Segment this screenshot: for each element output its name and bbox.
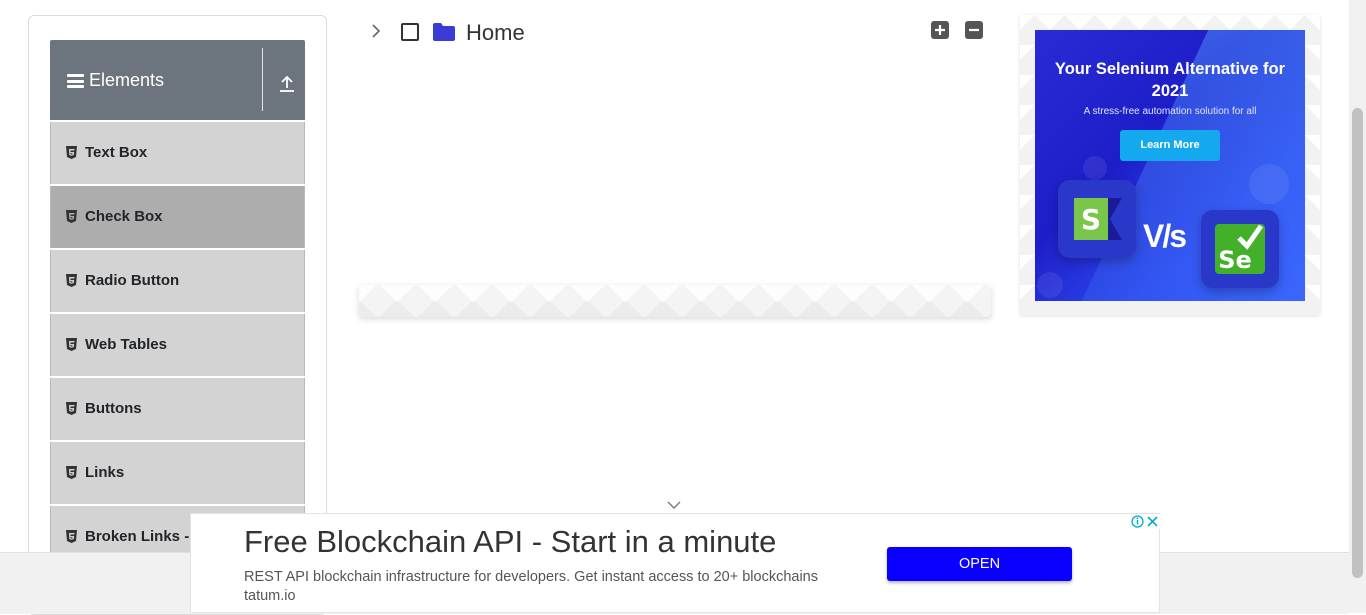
- ad-placeholder-banner: [359, 285, 991, 317]
- sidebar-item-radio-button[interactable]: Radio Button: [50, 250, 305, 312]
- tree-node-label[interactable]: Home: [466, 20, 525, 46]
- scrollbar-thumb[interactable]: [1352, 108, 1363, 578]
- html5-icon: [66, 530, 77, 543]
- elements-group-header[interactable]: Elements: [50, 40, 305, 120]
- right-ad-frame: Your Selenium Alternative for 2021 A str…: [1020, 15, 1320, 315]
- sidebar-item-label: Web Tables: [85, 336, 167, 353]
- selenium-letters: Se: [1218, 246, 1252, 274]
- bottom-ad[interactable]: Free Blockchain API - Start in a minute …: [190, 513, 1160, 613]
- sidebar-item-web-tables[interactable]: Web Tables: [50, 314, 305, 376]
- tree-node-home: Home: [366, 18, 566, 48]
- home-checkbox[interactable]: [401, 23, 419, 41]
- ad-headline: Your Selenium Alternative for 2021: [1054, 60, 1286, 100]
- html5-icon: [66, 210, 77, 223]
- sidebar-item-label: Buttons: [85, 400, 142, 417]
- ad-subtext: A stress-free automation solution for al…: [1083, 106, 1257, 117]
- sidebar-item-text-box[interactable]: Text Box: [50, 122, 305, 184]
- ad-deco-circle: [1037, 272, 1063, 298]
- right-ad[interactable]: Your Selenium Alternative for 2021 A str…: [1035, 30, 1305, 301]
- ad-deco-circle: [1249, 164, 1289, 204]
- sidebar-item-label: Text Box: [85, 144, 148, 161]
- katalon-letter: S: [1081, 203, 1101, 236]
- learn-more-button[interactable]: Learn More: [1120, 130, 1220, 161]
- html5-icon: [66, 146, 77, 159]
- hamburger-icon: [67, 74, 84, 88]
- sidebar-item-label: Check Box: [85, 208, 163, 225]
- minus-icon: [969, 28, 979, 32]
- ad-choices-icon[interactable]: [1130, 514, 1160, 529]
- katalon-logo: S: [1058, 180, 1136, 258]
- html5-icon: [66, 274, 77, 287]
- html5-icon: [66, 466, 77, 479]
- ad-deco-circle: [1083, 156, 1107, 180]
- sidebar-item-buttons[interactable]: Buttons: [50, 378, 305, 440]
- bottom-ad-title[interactable]: Free Blockchain API - Start in a minute: [244, 524, 776, 560]
- group-title: Elements: [89, 70, 165, 90]
- collapse-upload-icon[interactable]: [276, 73, 298, 95]
- sidebar-item-label: Links: [85, 464, 125, 481]
- chevron-right-icon[interactable]: [370, 24, 382, 38]
- expand-all-button[interactable]: [931, 21, 949, 39]
- selenium-logo: Se: [1201, 210, 1279, 288]
- header-divider: [262, 48, 263, 111]
- page-scrollbar[interactable]: [1349, 0, 1366, 613]
- ad-vs-text: V/s: [1143, 218, 1187, 254]
- sidebar-item-links[interactable]: Links: [50, 442, 305, 504]
- collapse-all-button[interactable]: [965, 21, 983, 39]
- plus-icon: [935, 25, 945, 35]
- bottom-ad-description: REST API blockchain infrastructure for d…: [244, 569, 818, 604]
- folder-icon: [433, 23, 455, 41]
- sidebar: Elements Text Box Check Box Radio Button…: [50, 40, 305, 552]
- open-button[interactable]: OPEN: [887, 547, 1072, 581]
- sidebar-item-check-box[interactable]: Check Box: [50, 186, 305, 248]
- chevron-down-icon[interactable]: [667, 501, 681, 510]
- html5-icon: [66, 402, 77, 415]
- sidebar-item-label: Radio Button: [85, 272, 180, 289]
- html5-icon: [66, 338, 77, 351]
